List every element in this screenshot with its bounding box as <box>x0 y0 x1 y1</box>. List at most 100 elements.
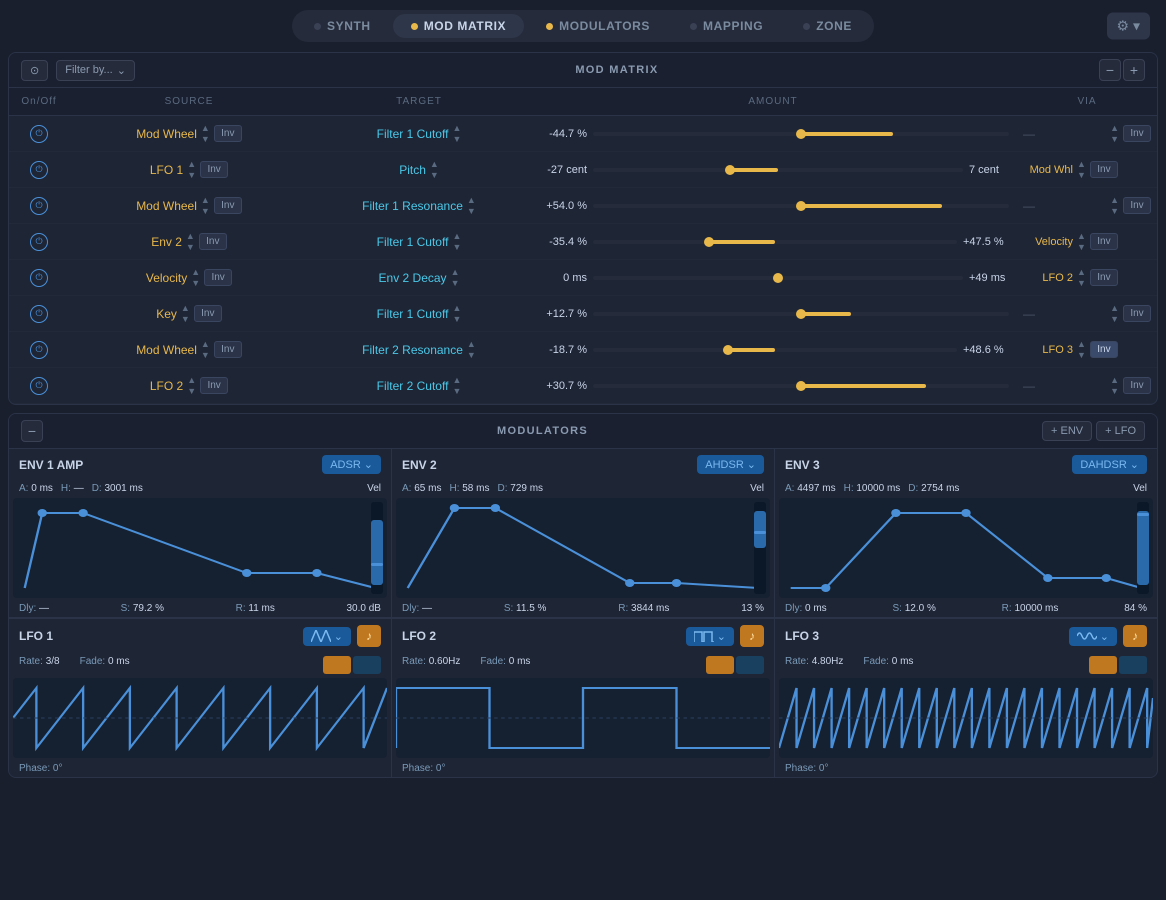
amount-slider-5[interactable] <box>593 276 963 280</box>
via-arrow-5[interactable]: ▲▼ <box>1077 267 1086 288</box>
amount-slider-2[interactable] <box>593 168 963 172</box>
power-button-5[interactable]: ⏻ <box>30 269 48 287</box>
power-button-7[interactable]: ⏻ <box>30 341 48 359</box>
target-cell-8: Filter 2 Cutoff ▲▼ <box>309 371 529 400</box>
via-arrow-8[interactable]: ▲▼ <box>1110 375 1119 396</box>
inv-source-5[interactable]: Inv <box>204 269 232 286</box>
lfo1-graph[interactable] <box>13 678 387 758</box>
mod-minus-button[interactable]: − <box>21 420 43 442</box>
amount-slider-1[interactable] <box>593 132 1009 136</box>
target-arrow-2[interactable]: ▲▼ <box>430 159 439 180</box>
via-arrow-2[interactable]: ▲▼ <box>1077 159 1086 180</box>
lfo1-fade-a[interactable] <box>323 656 351 674</box>
inv-source-7[interactable]: Inv <box>214 341 242 358</box>
lfo2-note-button[interactable]: ♪ <box>740 625 764 647</box>
amount-slider-3[interactable] <box>593 204 1009 208</box>
inv-via-7[interactable]: Inv <box>1090 341 1118 358</box>
power-button-8[interactable]: ⏻ <box>30 377 48 395</box>
header-target: TARGET <box>309 92 529 111</box>
amount-slider-6[interactable] <box>593 312 1009 316</box>
amount-slider-4[interactable] <box>593 240 957 244</box>
source-arrow-3[interactable]: ▲▼ <box>201 195 210 216</box>
lfo1-fade-b[interactable] <box>353 656 381 674</box>
amount-slider-8[interactable] <box>593 384 1009 388</box>
tab-modulators[interactable]: MODULATORS <box>528 14 668 38</box>
source-arrow-2[interactable]: ▲▼ <box>187 159 196 180</box>
tab-synth[interactable]: SYNTH <box>296 14 389 38</box>
target-cell-6: Filter 1 Cutoff ▲▼ <box>309 299 529 328</box>
gear-button[interactable]: ⚙ ▾ <box>1107 13 1150 40</box>
env1-graph[interactable] <box>13 498 387 598</box>
minus-button[interactable]: − <box>1099 59 1121 81</box>
target-arrow-6[interactable]: ▲▼ <box>452 303 461 324</box>
via-arrow-1[interactable]: ▲▼ <box>1110 123 1119 144</box>
target-arrow-1[interactable]: ▲▼ <box>452 123 461 144</box>
chevron-icon: ⌄ <box>364 458 373 471</box>
via-arrow-6[interactable]: ▲▼ <box>1110 303 1119 324</box>
tab-mapping[interactable]: MAPPING <box>672 14 781 38</box>
inv-via-8[interactable]: Inv <box>1123 377 1151 394</box>
lfo3-note-button[interactable]: ♪ <box>1123 625 1147 647</box>
target-arrow-3[interactable]: ▲▼ <box>467 195 476 216</box>
env3-type-button[interactable]: DAHDSR ⌄ <box>1072 455 1147 474</box>
lfo1-type-button[interactable]: ⌄ <box>303 627 351 646</box>
inv-via-3[interactable]: Inv <box>1123 197 1151 214</box>
inv-source-2[interactable]: Inv <box>200 161 228 178</box>
lfo3-fade-b[interactable] <box>1119 656 1147 674</box>
source-arrow-7[interactable]: ▲▼ <box>201 339 210 360</box>
source-arrow-8[interactable]: ▲▼ <box>187 375 196 396</box>
env2-type-button[interactable]: AHDSR ⌄ <box>697 455 764 474</box>
env2-graph[interactable] <box>396 498 770 598</box>
modulators-title: MODULATORS <box>43 425 1042 437</box>
power-button-1[interactable]: ⏻ <box>30 125 48 143</box>
nav-tabs: SYNTH MOD MATRIX MODULATORS MAPPING ZONE <box>292 10 874 42</box>
filter-by-button[interactable]: Filter by... ⌄ <box>56 60 135 81</box>
source-arrow-1[interactable]: ▲▼ <box>201 123 210 144</box>
table-row: ⏻ Env 2 ▲▼ Inv Filter 1 Cutoff ▲▼ <box>9 224 1157 260</box>
tab-mod-matrix[interactable]: MOD MATRIX <box>393 14 524 38</box>
power-button-4[interactable]: ⏻ <box>30 233 48 251</box>
inv-via-5[interactable]: Inv <box>1090 269 1118 286</box>
inv-via-4[interactable]: Inv <box>1090 233 1118 250</box>
add-lfo-button[interactable]: + LFO <box>1096 421 1145 441</box>
lfo3-fade-a[interactable] <box>1089 656 1117 674</box>
lfo2-fade-a[interactable] <box>706 656 734 674</box>
target-arrow-5[interactable]: ▲▼ <box>451 267 460 288</box>
via-arrow-3[interactable]: ▲▼ <box>1110 195 1119 216</box>
source-arrow-6[interactable]: ▲▼ <box>181 303 190 324</box>
lfo3-type-button[interactable]: ⌄ <box>1069 627 1117 646</box>
lfo2-graph[interactable] <box>396 678 770 758</box>
chevron-icon: ⌄ <box>1130 458 1139 471</box>
inv-source-1[interactable]: Inv <box>214 125 242 142</box>
via-arrow-4[interactable]: ▲▼ <box>1077 231 1086 252</box>
power-button-2[interactable]: ⏻ <box>30 161 48 179</box>
inv-via-1[interactable]: Inv <box>1123 125 1151 142</box>
env3-graph[interactable] <box>779 498 1153 598</box>
inv-source-6[interactable]: Inv <box>194 305 222 322</box>
amount-slider-7[interactable] <box>593 348 957 352</box>
env1-type-button[interactable]: ADSR ⌄ <box>322 455 381 474</box>
via-cell-7: LFO 3 ▲▼ Inv <box>1017 335 1157 364</box>
plus-button[interactable]: + <box>1123 59 1145 81</box>
inv-source-8[interactable]: Inv <box>200 377 228 394</box>
lfo2-type-button[interactable]: ⌄ <box>686 627 734 646</box>
inv-source-3[interactable]: Inv <box>214 197 242 214</box>
env1-params-bottom: Dly: — S: 79.2 % R: 11 ms 30.0 dB <box>9 600 391 617</box>
power-button-3[interactable]: ⏻ <box>30 197 48 215</box>
target-arrow-7[interactable]: ▲▼ <box>467 339 476 360</box>
target-arrow-4[interactable]: ▲▼ <box>452 231 461 252</box>
lfo2-fade-b[interactable] <box>736 656 764 674</box>
via-arrow-7[interactable]: ▲▼ <box>1077 339 1086 360</box>
filter-icon-btn[interactable]: ⊙ <box>21 60 48 81</box>
source-arrow-5[interactable]: ▲▼ <box>191 267 200 288</box>
power-button-6[interactable]: ⏻ <box>30 305 48 323</box>
target-arrow-8[interactable]: ▲▼ <box>452 375 461 396</box>
lfo1-note-button[interactable]: ♪ <box>357 625 381 647</box>
add-env-button[interactable]: + ENV <box>1042 421 1092 441</box>
inv-source-4[interactable]: Inv <box>199 233 227 250</box>
inv-via-2[interactable]: Inv <box>1090 161 1118 178</box>
inv-via-6[interactable]: Inv <box>1123 305 1151 322</box>
lfo3-graph[interactable] <box>779 678 1153 758</box>
tab-zone[interactable]: ZONE <box>785 14 870 38</box>
source-arrow-4[interactable]: ▲▼ <box>186 231 195 252</box>
